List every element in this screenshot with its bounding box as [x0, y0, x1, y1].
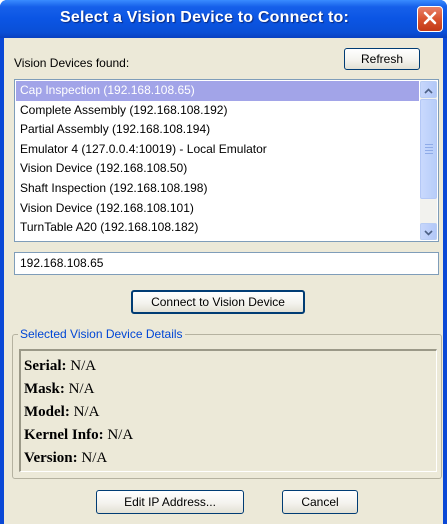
dialog-body: Vision Devices found: Refresh Cap Inspec… [4, 38, 443, 524]
device-list-item[interactable]: Vision Device (192.168.108.101) [16, 199, 419, 219]
detail-value: N/A [81, 450, 108, 466]
detail-value: N/A [107, 427, 134, 443]
device-details-label: Selected Vision Device Details [18, 327, 185, 341]
detail-line: Version: N/A [24, 447, 436, 470]
detail-line: Model: N/A [24, 401, 436, 424]
cancel-button[interactable]: Cancel [282, 490, 358, 514]
detail-line: Kernel Info: N/A [24, 424, 436, 447]
device-list-item[interactable]: Cap Inspection (192.168.108.65) [16, 81, 419, 101]
device-list-item[interactable]: Shaft Inspection (192.168.108.198) [16, 179, 419, 199]
detail-label: Model: [24, 404, 70, 420]
title-bar[interactable]: Select a Vision Device to Connect to: [0, 0, 447, 38]
device-list-item[interactable]: Vision Device (192.168.108.50) [16, 159, 419, 179]
detail-label: Kernel Info: [24, 427, 104, 443]
grip-line [425, 144, 433, 145]
dialog-title: Select a Vision Device to Connect to: [60, 9, 349, 26]
scroll-up-button[interactable] [420, 81, 437, 98]
detail-line: Serial: N/A [24, 355, 436, 378]
grip-line [425, 153, 433, 154]
grip-line [425, 150, 433, 151]
scroll-thumb[interactable] [420, 99, 437, 199]
device-list-item[interactable]: TurnTable A20 (192.168.108.182) [16, 218, 419, 238]
devices-found-label: Vision Devices found: [14, 56, 130, 70]
edit-ip-button[interactable]: Edit IP Address... [96, 490, 244, 514]
ip-address-field[interactable]: 192.168.108.65 [14, 252, 439, 275]
scroll-down-button[interactable] [420, 223, 437, 240]
device-details-group: Selected Vision Device Details Serial: N… [12, 327, 442, 479]
vertical-scrollbar[interactable] [420, 81, 437, 240]
chevron-up-icon [424, 83, 433, 97]
close-icon [423, 11, 437, 28]
detail-value: N/A [73, 404, 100, 420]
close-button[interactable] [417, 6, 443, 32]
detail-value: N/A [70, 358, 97, 374]
device-list-item[interactable]: Partial Assembly (192.168.108.194) [16, 120, 419, 140]
detail-label: Version: [24, 450, 78, 466]
device-list[interactable]: Cap Inspection (192.168.108.65) Complete … [14, 79, 439, 242]
chevron-down-icon [424, 225, 433, 239]
connect-button[interactable]: Connect to Vision Device [131, 290, 305, 314]
grip-line [425, 147, 433, 148]
device-list-item[interactable]: Complete Assembly (192.168.108.192) [16, 101, 419, 121]
detail-label: Serial: [24, 358, 67, 374]
device-list-item[interactable]: Emulator 4 (127.0.0.4:10019) - Local Emu… [16, 140, 419, 160]
detail-value: N/A [68, 381, 95, 397]
refresh-button[interactable]: Refresh [344, 48, 420, 70]
detail-line: Mask: N/A [24, 378, 436, 401]
device-details-box: Serial: N/A Mask: N/A Model: N/A Kernel Inf… [19, 349, 437, 472]
detail-label: Mask: [24, 381, 65, 397]
device-list-items: Cap Inspection (192.168.108.65) Complete … [16, 81, 419, 238]
dialog-window: Select a Vision Device to Connect to: Vi… [0, 0, 447, 524]
